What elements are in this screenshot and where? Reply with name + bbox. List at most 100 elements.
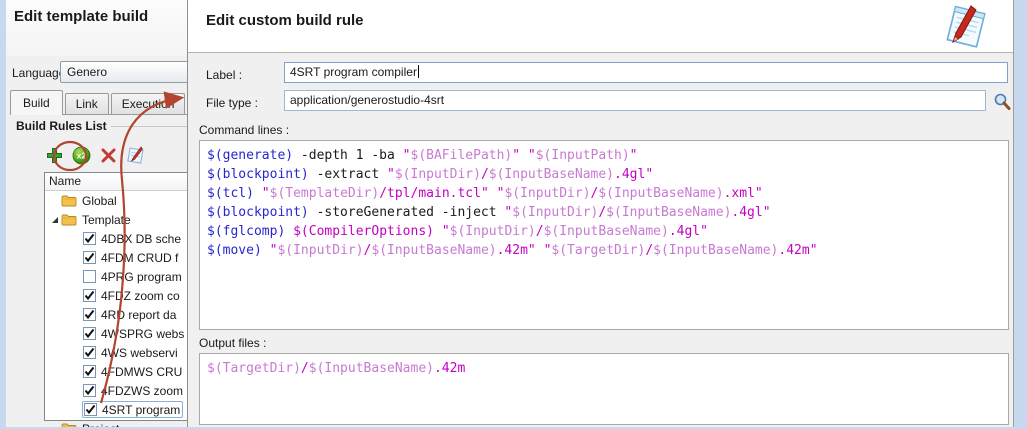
label-input[interactable]: 4SRT program compiler — [284, 62, 1008, 83]
code-segment-str: .42m" — [778, 243, 817, 258]
code-segment-var: $(InputDir) — [512, 205, 598, 220]
code-segment-str: " — [262, 186, 270, 201]
code-segment-str: .42m" — [497, 243, 536, 258]
dialog-title: Edit custom build rule — [206, 12, 364, 29]
code-segment-var: $(TargetDir) — [551, 243, 645, 258]
plus-icon — [46, 147, 63, 164]
code-line: $(blockpoint) -extract "$(InputDir)/$(In… — [207, 165, 1001, 184]
code-segment-str: " — [512, 148, 520, 163]
build-rules-group-title: Build Rules List — [16, 119, 111, 133]
tree-row-label: 4DBX DB sche — [101, 232, 181, 246]
code-segment-plain — [489, 186, 497, 201]
tree-rule-row[interactable]: 4PRG program — [45, 267, 187, 286]
tab-link[interactable]: Link — [65, 93, 109, 115]
expander-icon[interactable] — [49, 214, 61, 226]
filetype-input-value: application/generostudio-4srt — [290, 93, 444, 107]
code-segment-cmd: $(move) — [207, 243, 262, 258]
tree-row-label: Template — [82, 213, 131, 227]
code-segment-var: $(InputBaseName) — [309, 361, 434, 376]
label-input-value: 4SRT program compiler — [290, 65, 417, 79]
code-segment-cmd: $(blockpoint) — [207, 205, 309, 220]
code-segment-str: $(CompilerOptions) — [293, 224, 434, 239]
code-segment-var: $(InputBaseName) — [598, 186, 723, 201]
code-segment-plain — [285, 224, 293, 239]
code-segment-plain — [262, 243, 270, 258]
code-segment-str: " — [442, 224, 450, 239]
code-segment-plain — [434, 224, 442, 239]
code-segment-plain — [520, 148, 528, 163]
code-line: $(blockpoint) -storeGenerated -inject "$… — [207, 203, 1001, 222]
svg-text:x2: x2 — [76, 150, 86, 160]
command-lines-label: Command lines : — [199, 123, 289, 137]
delete-rule-button[interactable] — [98, 145, 118, 165]
screenshot-root: { "left_panel": { "title": "Edit templat… — [0, 0, 1027, 429]
language-combobox[interactable]: Genero — [60, 61, 187, 83]
build-rules-tree[interactable]: Name Global Template 4DBX DB sche 4FDM C… — [44, 172, 187, 421]
code-segment-str: " — [387, 167, 395, 182]
notepad-red-pencil-icon — [941, 2, 993, 57]
tree-folder-row[interactable]: Project — [45, 419, 187, 427]
tree-row-label: 4WSPRG webs — [101, 327, 184, 341]
checked-checkbox-icon — [83, 251, 96, 264]
code-segment-str: " — [630, 148, 638, 163]
duplicate-rule-button[interactable]: x2 — [71, 145, 91, 165]
tab-build[interactable]: Build — [10, 90, 63, 115]
tree-folder-row[interactable]: Global — [45, 191, 187, 210]
tree-column-header[interactable]: Name — [45, 173, 187, 191]
tab-execution[interactable]: Execution — [111, 93, 186, 115]
code-segment-var: $(InputDir) — [395, 167, 481, 182]
code-segment-str: .4gl" — [731, 205, 770, 220]
code-segment-str: / — [598, 205, 606, 220]
code-segment-cmd: $(fglcomp) — [207, 224, 285, 239]
tree-rule-row[interactable]: 4FDZ zoom co — [45, 286, 187, 305]
code-line: $(move) "$(InputDir)/$(InputBaseName).42… — [207, 241, 1001, 260]
x2-badge-icon: x2 — [72, 146, 91, 165]
tree-rule-row[interactable]: 4RD report da — [45, 305, 187, 324]
code-segment-str: " — [528, 148, 536, 163]
tree-rule-row[interactable]: 4FDMWS CRU — [45, 362, 187, 381]
code-line: $(generate) -depth 1 -ba "$(BAFilePath)"… — [207, 146, 1001, 165]
code-segment-var: $(InputDir) — [277, 243, 363, 258]
selected-row-focus[interactable]: 4SRT program — [82, 401, 183, 418]
tree-rule-row[interactable]: 4WS webservi — [45, 343, 187, 362]
command-lines-editor[interactable]: $(generate) -depth 1 -ba "$(BAFilePath)"… — [199, 140, 1009, 330]
edit-custom-build-rule-dialog: Edit custom build rule Label : 4SRT prog… — [187, 0, 1014, 427]
tree-row-label: 4PRG program — [101, 270, 182, 284]
template-build-window: Edit template build Language: Genero Bui… — [6, 0, 187, 427]
tree-folder-row[interactable]: Template — [45, 210, 187, 229]
code-segment-cmd: $(blockpoint) — [207, 167, 309, 182]
checked-checkbox-icon — [83, 232, 96, 245]
filetype-input[interactable]: application/generostudio-4srt — [284, 90, 986, 111]
groupbox-line — [102, 126, 187, 127]
pencil-note-icon — [125, 146, 145, 164]
folder-icon — [61, 213, 77, 226]
code-line: $(fglcomp) $(CompilerOptions) "$(InputDi… — [207, 222, 1001, 241]
code-segment-cmd: $(generate) — [207, 148, 293, 163]
code-segment-str: " — [403, 148, 411, 163]
unchecked-checkbox-icon — [83, 270, 96, 283]
tree-row-label: 4FDZWS zoom — [101, 384, 183, 398]
output-files-editor[interactable]: $(TargetDir)/$(InputBaseName).42m — [199, 353, 1009, 425]
tree-rule-row[interactable]: 4DBX DB sche — [45, 229, 187, 248]
tree-rule-row[interactable]: 4FDM CRUD f — [45, 248, 187, 267]
language-value: Genero — [67, 65, 107, 79]
tree-rule-row[interactable]: 4WSPRG webs — [45, 324, 187, 343]
tree-row-label: Project — [82, 422, 119, 428]
add-rule-button[interactable] — [44, 145, 64, 165]
code-segment-var: $(InputPath) — [536, 148, 630, 163]
tree-rule-row[interactable]: 4FDZWS zoom — [45, 381, 187, 400]
tree-rule-row[interactable]: 4SRT program — [45, 400, 187, 419]
code-segment-cmd: $(tcl) — [207, 186, 254, 201]
tab-bar: Build Link Execution — [10, 92, 187, 115]
code-segment-str: / — [536, 224, 544, 239]
checked-checkbox-icon — [83, 384, 96, 397]
code-segment-plain — [536, 243, 544, 258]
code-segment-var: $(InputDir) — [504, 186, 590, 201]
filetype-browse-button[interactable] — [992, 92, 1012, 112]
edit-rule-button[interactable] — [125, 145, 145, 165]
code-segment-plain: -depth 1 -ba — [293, 148, 403, 163]
code-segment-var: $(InputBaseName) — [371, 243, 496, 258]
code-segment-var: $(InputBaseName) — [653, 243, 778, 258]
magnifier-icon — [992, 92, 1012, 112]
checked-checkbox-icon — [83, 308, 96, 321]
